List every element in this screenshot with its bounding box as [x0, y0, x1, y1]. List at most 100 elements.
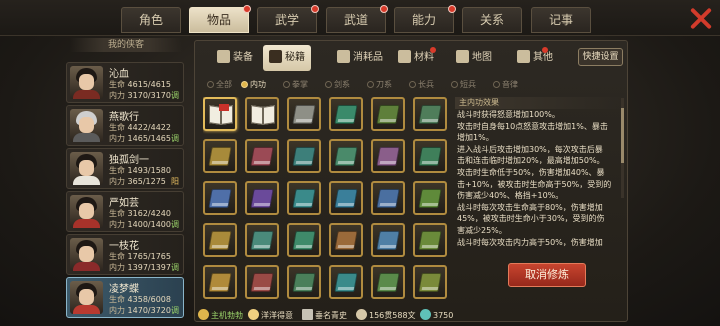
notification-dot — [243, 5, 251, 13]
item-slot[interactable] — [329, 181, 363, 215]
status-fame: 垂名青史 — [302, 309, 347, 323]
party-list: 我的侠客 沁血 生命 4615/4615 内力 3170/3170 调 燕歌行 … — [66, 38, 186, 326]
item-slot[interactable] — [203, 97, 237, 131]
status-badge: 调 — [171, 220, 179, 229]
scroll-icon — [302, 309, 313, 320]
item-slot[interactable] — [287, 181, 321, 215]
status-badge: 调 — [171, 91, 179, 100]
item-slot[interactable] — [329, 265, 363, 299]
tab-relations[interactable]: 关系 — [462, 7, 522, 33]
tab-martial-path[interactable]: 武道 — [326, 5, 388, 33]
category-other[interactable]: 其他 — [517, 45, 553, 71]
filter-music[interactable]: 音律 — [493, 78, 518, 92]
filter-polearm[interactable]: 长兵 — [409, 78, 434, 92]
filter-sword[interactable]: 剑系 — [325, 78, 350, 92]
item-slot[interactable] — [203, 181, 237, 215]
party-member-card[interactable]: 沁血 生命 4615/4615 内力 3170/3170 调 — [66, 62, 184, 103]
category-consumables[interactable]: 消耗品 — [337, 45, 383, 71]
item-slot[interactable] — [287, 139, 321, 173]
map-icon — [456, 50, 469, 63]
avatar — [70, 281, 103, 314]
info-header: 主内功效果 — [455, 97, 623, 109]
category-manuals[interactable]: 秘籍 — [263, 45, 311, 71]
effect-info-panel: 主内功效果 战斗时获得怒意增加100%。 攻击时自身每10点怒意攻击增加1%、暴… — [455, 97, 623, 247]
party-member-card[interactable]: 严如芸 生命 3162/4240 内力 1400/1400 调 — [66, 191, 184, 232]
item-grid — [203, 97, 453, 323]
item-slot[interactable] — [413, 139, 447, 173]
materials-icon — [398, 50, 411, 63]
item-slot[interactable] — [413, 97, 447, 131]
filter-fist[interactable]: 拳掌 — [283, 78, 308, 92]
item-slot[interactable] — [203, 139, 237, 173]
status-badge: 阳 — [171, 177, 179, 186]
item-slot[interactable] — [245, 265, 279, 299]
avatar — [70, 66, 103, 99]
other-icon — [517, 50, 530, 63]
item-slot[interactable] — [245, 139, 279, 173]
tab-character[interactable]: 角色 — [121, 7, 181, 33]
notification-dot — [311, 5, 319, 13]
category-maps[interactable]: 地图 — [456, 45, 492, 71]
notification-dot — [542, 47, 548, 53]
status-bar: 主机勃勃 洋洋得意 垂名青史 156贯588文 3750 — [190, 308, 630, 324]
notification-dot — [380, 5, 388, 13]
item-slot[interactable] — [413, 265, 447, 299]
category-bar: 装备 秘籍 消耗品 材料 地图 其他 快捷设置 — [195, 41, 629, 75]
status-badge: 调 — [171, 134, 179, 143]
money: 156贯588文 — [356, 309, 416, 323]
tab-martial-arts[interactable]: 武学 — [257, 5, 319, 33]
avatar — [70, 109, 103, 142]
filter-short[interactable]: 短兵 — [451, 78, 476, 92]
helmet-icon — [217, 50, 230, 63]
party-member-card-selected[interactable]: 凌梦蝶 生命 4358/6008 内力 1470/3720 调 — [66, 277, 184, 318]
category-materials[interactable]: 材料 — [398, 45, 436, 71]
status-badge: 调 — [171, 306, 179, 315]
item-slot[interactable] — [245, 223, 279, 257]
avatar — [70, 238, 103, 271]
notification-dot — [430, 47, 436, 53]
item-slot[interactable] — [371, 223, 405, 257]
tab-journal[interactable]: 记事 — [531, 7, 591, 33]
filter-blade[interactable]: 刀系 — [367, 78, 392, 92]
smile-icon — [248, 309, 259, 320]
item-slot[interactable] — [329, 223, 363, 257]
item-slot[interactable] — [371, 265, 405, 299]
close-icon[interactable] — [688, 6, 714, 30]
filter-bar: 全部 内功 拳掌 剑系 刀系 长兵 短兵 音律 — [201, 78, 621, 92]
coin-icon — [356, 309, 367, 320]
item-slot[interactable] — [413, 223, 447, 257]
item-slot[interactable] — [413, 181, 447, 215]
filter-internal[interactable]: 内功 — [241, 78, 266, 92]
top-tab-bar: 角色 物品 武学 武道 能力 关系 记事 — [0, 0, 720, 36]
party-member-card[interactable]: 燕歌行 生命 4422/4422 内力 1465/1465 调 — [66, 105, 184, 146]
item-slot[interactable] — [203, 223, 237, 257]
item-slot[interactable] — [371, 181, 405, 215]
party-member-card[interactable]: 一枝花 生命 1765/1765 内力 1397/1397 调 — [66, 234, 184, 275]
item-slot[interactable] — [329, 139, 363, 173]
item-slot[interactable] — [245, 97, 279, 131]
info-scrollbar[interactable] — [621, 98, 624, 198]
notification-dot — [448, 5, 456, 13]
item-slot[interactable] — [287, 97, 321, 131]
category-equipment[interactable]: 装备 — [217, 45, 253, 71]
sun-icon — [198, 309, 209, 320]
item-slot[interactable] — [203, 265, 237, 299]
tab-items[interactable]: 物品 — [189, 5, 251, 33]
item-slot[interactable] — [371, 139, 405, 173]
game-screen: { "tabs":[{"label":"角色"},{"label":"物品"},… — [0, 0, 720, 326]
item-slot[interactable] — [329, 97, 363, 131]
book-icon — [269, 50, 282, 63]
item-slot[interactable] — [287, 265, 321, 299]
party-member-card[interactable]: 独孤剑一 生命 1493/1580 内力 365/1275 阳 — [66, 148, 184, 189]
tab-abilities[interactable]: 能力 — [394, 5, 456, 33]
status-badge: 调 — [171, 263, 179, 272]
item-slot[interactable] — [245, 181, 279, 215]
item-slot[interactable] — [287, 223, 321, 257]
status-vitality: 主机勃勃 — [198, 309, 243, 323]
filter-all[interactable]: 全部 — [207, 78, 232, 92]
item-slot[interactable] — [371, 97, 405, 131]
quick-settings-button[interactable]: 快捷设置 — [578, 48, 623, 66]
gourd-icon — [337, 50, 350, 63]
cancel-cultivation-button[interactable]: 取消修炼 — [508, 263, 586, 287]
jade-icon — [420, 309, 431, 320]
